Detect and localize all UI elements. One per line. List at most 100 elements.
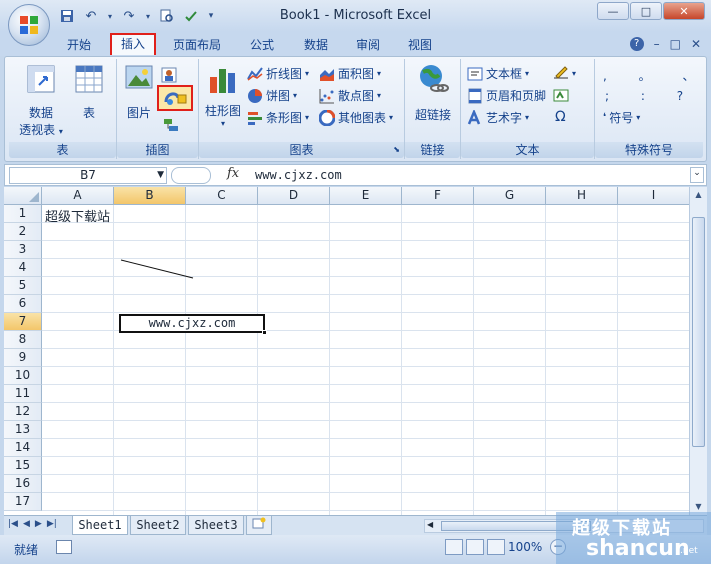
- column-header-i[interactable]: I: [618, 187, 689, 205]
- shapes-button[interactable]: [157, 85, 193, 111]
- row-header-15[interactable]: 15: [4, 457, 42, 475]
- tab-page-layout[interactable]: 页面布局: [166, 36, 228, 56]
- gridline-vertical: [185, 205, 186, 515]
- maximize-button[interactable]: □: [630, 2, 662, 20]
- sheet-tab-sheet1[interactable]: Sheet1: [72, 516, 128, 535]
- row-header-7[interactable]: 7: [4, 313, 42, 331]
- page-layout-view-icon[interactable]: [466, 539, 484, 555]
- sheet-tab-sheet3[interactable]: Sheet3: [188, 516, 244, 535]
- select-all-corner[interactable]: [4, 187, 42, 205]
- formula-content[interactable]: www.cjxz.com: [255, 168, 342, 182]
- tab-formulas[interactable]: 公式: [240, 36, 284, 56]
- row-header-2[interactable]: 2: [4, 223, 42, 241]
- row-header-16[interactable]: 16: [4, 475, 42, 493]
- table-label: 表: [82, 106, 95, 120]
- last-sheet-icon[interactable]: ▶|: [47, 519, 57, 529]
- smartart-button[interactable]: [163, 117, 179, 136]
- next-sheet-icon[interactable]: ▶: [35, 519, 42, 529]
- ribbon-close-icon[interactable]: ✕: [691, 37, 701, 51]
- ribbon-restore-icon[interactable]: □: [670, 37, 681, 51]
- scroll-left-icon[interactable]: ◀: [427, 520, 433, 529]
- prev-sheet-icon[interactable]: ◀: [23, 519, 30, 529]
- line-chart-button[interactable]: 折线图 ▾: [247, 65, 309, 82]
- punctuation-row-2[interactable]: ; : ?: [605, 89, 697, 103]
- expand-formula-bar-icon[interactable]: ⌄: [690, 167, 704, 183]
- tab-insert[interactable]: 插入: [110, 33, 156, 55]
- symbol-button[interactable]: ❛ 符号 ▾: [603, 109, 640, 126]
- column-header-d[interactable]: D: [258, 187, 330, 205]
- vertical-scrollbar[interactable]: ▲ ▼: [689, 187, 707, 515]
- picture-button[interactable]: 图片: [121, 63, 157, 121]
- gridline-horizontal: [42, 510, 689, 511]
- row-header-17[interactable]: 17: [4, 493, 42, 511]
- textbox-button[interactable]: 文本框 ▾: [467, 65, 529, 82]
- office-button[interactable]: [8, 4, 50, 46]
- help-icon[interactable]: ?: [629, 37, 644, 51]
- worksheet-grid[interactable]: ABCDEFGHI 1 2 3 4 5 6 7 8 9 10 11 12 13 14 15 16 17 超级下载…: [4, 187, 689, 515]
- page-break-view-icon[interactable]: [487, 539, 505, 555]
- dialog-launcher-icon[interactable]: ⬊: [393, 142, 400, 158]
- tab-data[interactable]: 数据: [294, 36, 338, 56]
- ribbon-minimize-icon[interactable]: –: [654, 37, 660, 51]
- tab-view[interactable]: 视图: [398, 36, 442, 56]
- drawn-line-shape[interactable]: [119, 257, 195, 281]
- zoom-level[interactable]: 100%: [508, 540, 542, 554]
- minimize-button[interactable]: —: [597, 2, 629, 20]
- column-header-a[interactable]: A: [42, 187, 114, 205]
- fill-handle[interactable]: [262, 330, 267, 335]
- row-header-3[interactable]: 3: [4, 241, 42, 259]
- row-header-4[interactable]: 4: [4, 259, 42, 277]
- other-charts-button[interactable]: 其他图表 ▾: [319, 109, 393, 126]
- row-header-5[interactable]: 5: [4, 277, 42, 295]
- row-header-14[interactable]: 14: [4, 439, 42, 457]
- scatter-chart-button[interactable]: 散点图 ▾: [319, 87, 381, 104]
- vertical-scroll-thumb[interactable]: [692, 217, 705, 447]
- row-header-11[interactable]: 11: [4, 385, 42, 403]
- normal-view-icon[interactable]: [445, 539, 463, 555]
- insert-function-icon[interactable]: fx: [227, 166, 239, 181]
- row-header-10[interactable]: 10: [4, 367, 42, 385]
- tab-home[interactable]: 开始: [58, 36, 100, 56]
- charts-group-label: 图表 ⬊: [199, 142, 404, 158]
- cell-a1[interactable]: 超级下载站: [45, 206, 110, 225]
- record-macro-icon[interactable]: [56, 540, 72, 554]
- row-header-9[interactable]: 9: [4, 349, 42, 367]
- pivot-table-button[interactable]: 数据 透视表 ▾: [13, 63, 69, 138]
- gridline-horizontal: [42, 222, 689, 223]
- column-header-h[interactable]: H: [546, 187, 618, 205]
- row-header-12[interactable]: 12: [4, 403, 42, 421]
- column-header-f[interactable]: F: [402, 187, 474, 205]
- punctuation-row-1[interactable]: , 。 、: [603, 67, 708, 84]
- column-header-e[interactable]: E: [330, 187, 402, 205]
- signature-line-button[interactable]: ▾: [553, 65, 576, 81]
- picture-icon: [125, 65, 153, 89]
- name-box-dropdown-icon[interactable]: ▼: [157, 168, 164, 183]
- column-header-b[interactable]: B: [114, 187, 186, 205]
- pie-chart-button[interactable]: 饼图 ▾: [247, 87, 297, 104]
- formula-bar-handle[interactable]: [171, 167, 211, 184]
- wordart-button[interactable]: 艺术字 ▾: [467, 109, 529, 126]
- row-header-6[interactable]: 6: [4, 295, 42, 313]
- table-button[interactable]: 表: [69, 63, 109, 121]
- bar-chart-button[interactable]: 条形图 ▾: [247, 109, 309, 126]
- cell-b7-selected[interactable]: www.cjxz.com: [119, 314, 265, 333]
- clipart-button[interactable]: [161, 67, 177, 86]
- header-footer-button[interactable]: 页眉和页脚: [467, 87, 546, 104]
- close-button[interactable]: ✕: [663, 2, 705, 20]
- insert-sheet-button[interactable]: [246, 516, 272, 535]
- area-chart-button[interactable]: 面积图 ▾: [319, 65, 381, 82]
- first-sheet-icon[interactable]: |◀: [8, 519, 18, 529]
- name-box[interactable]: B7 ▼: [9, 167, 167, 184]
- object-button[interactable]: [553, 87, 569, 103]
- hyperlink-button[interactable]: 超链接: [407, 63, 459, 123]
- tab-review[interactable]: 审阅: [346, 36, 390, 56]
- column-chart-button[interactable]: 柱形图 ▾: [201, 63, 245, 128]
- row-header-8[interactable]: 8: [4, 331, 42, 349]
- omega-symbol-button[interactable]: Ω: [555, 109, 566, 125]
- sheet-tab-sheet2[interactable]: Sheet2: [130, 516, 186, 535]
- row-header-1[interactable]: 1: [4, 205, 42, 223]
- row-header-13[interactable]: 13: [4, 421, 42, 439]
- scroll-up-icon[interactable]: ▲: [691, 188, 706, 202]
- column-header-c[interactable]: C: [186, 187, 258, 205]
- column-header-g[interactable]: G: [474, 187, 546, 205]
